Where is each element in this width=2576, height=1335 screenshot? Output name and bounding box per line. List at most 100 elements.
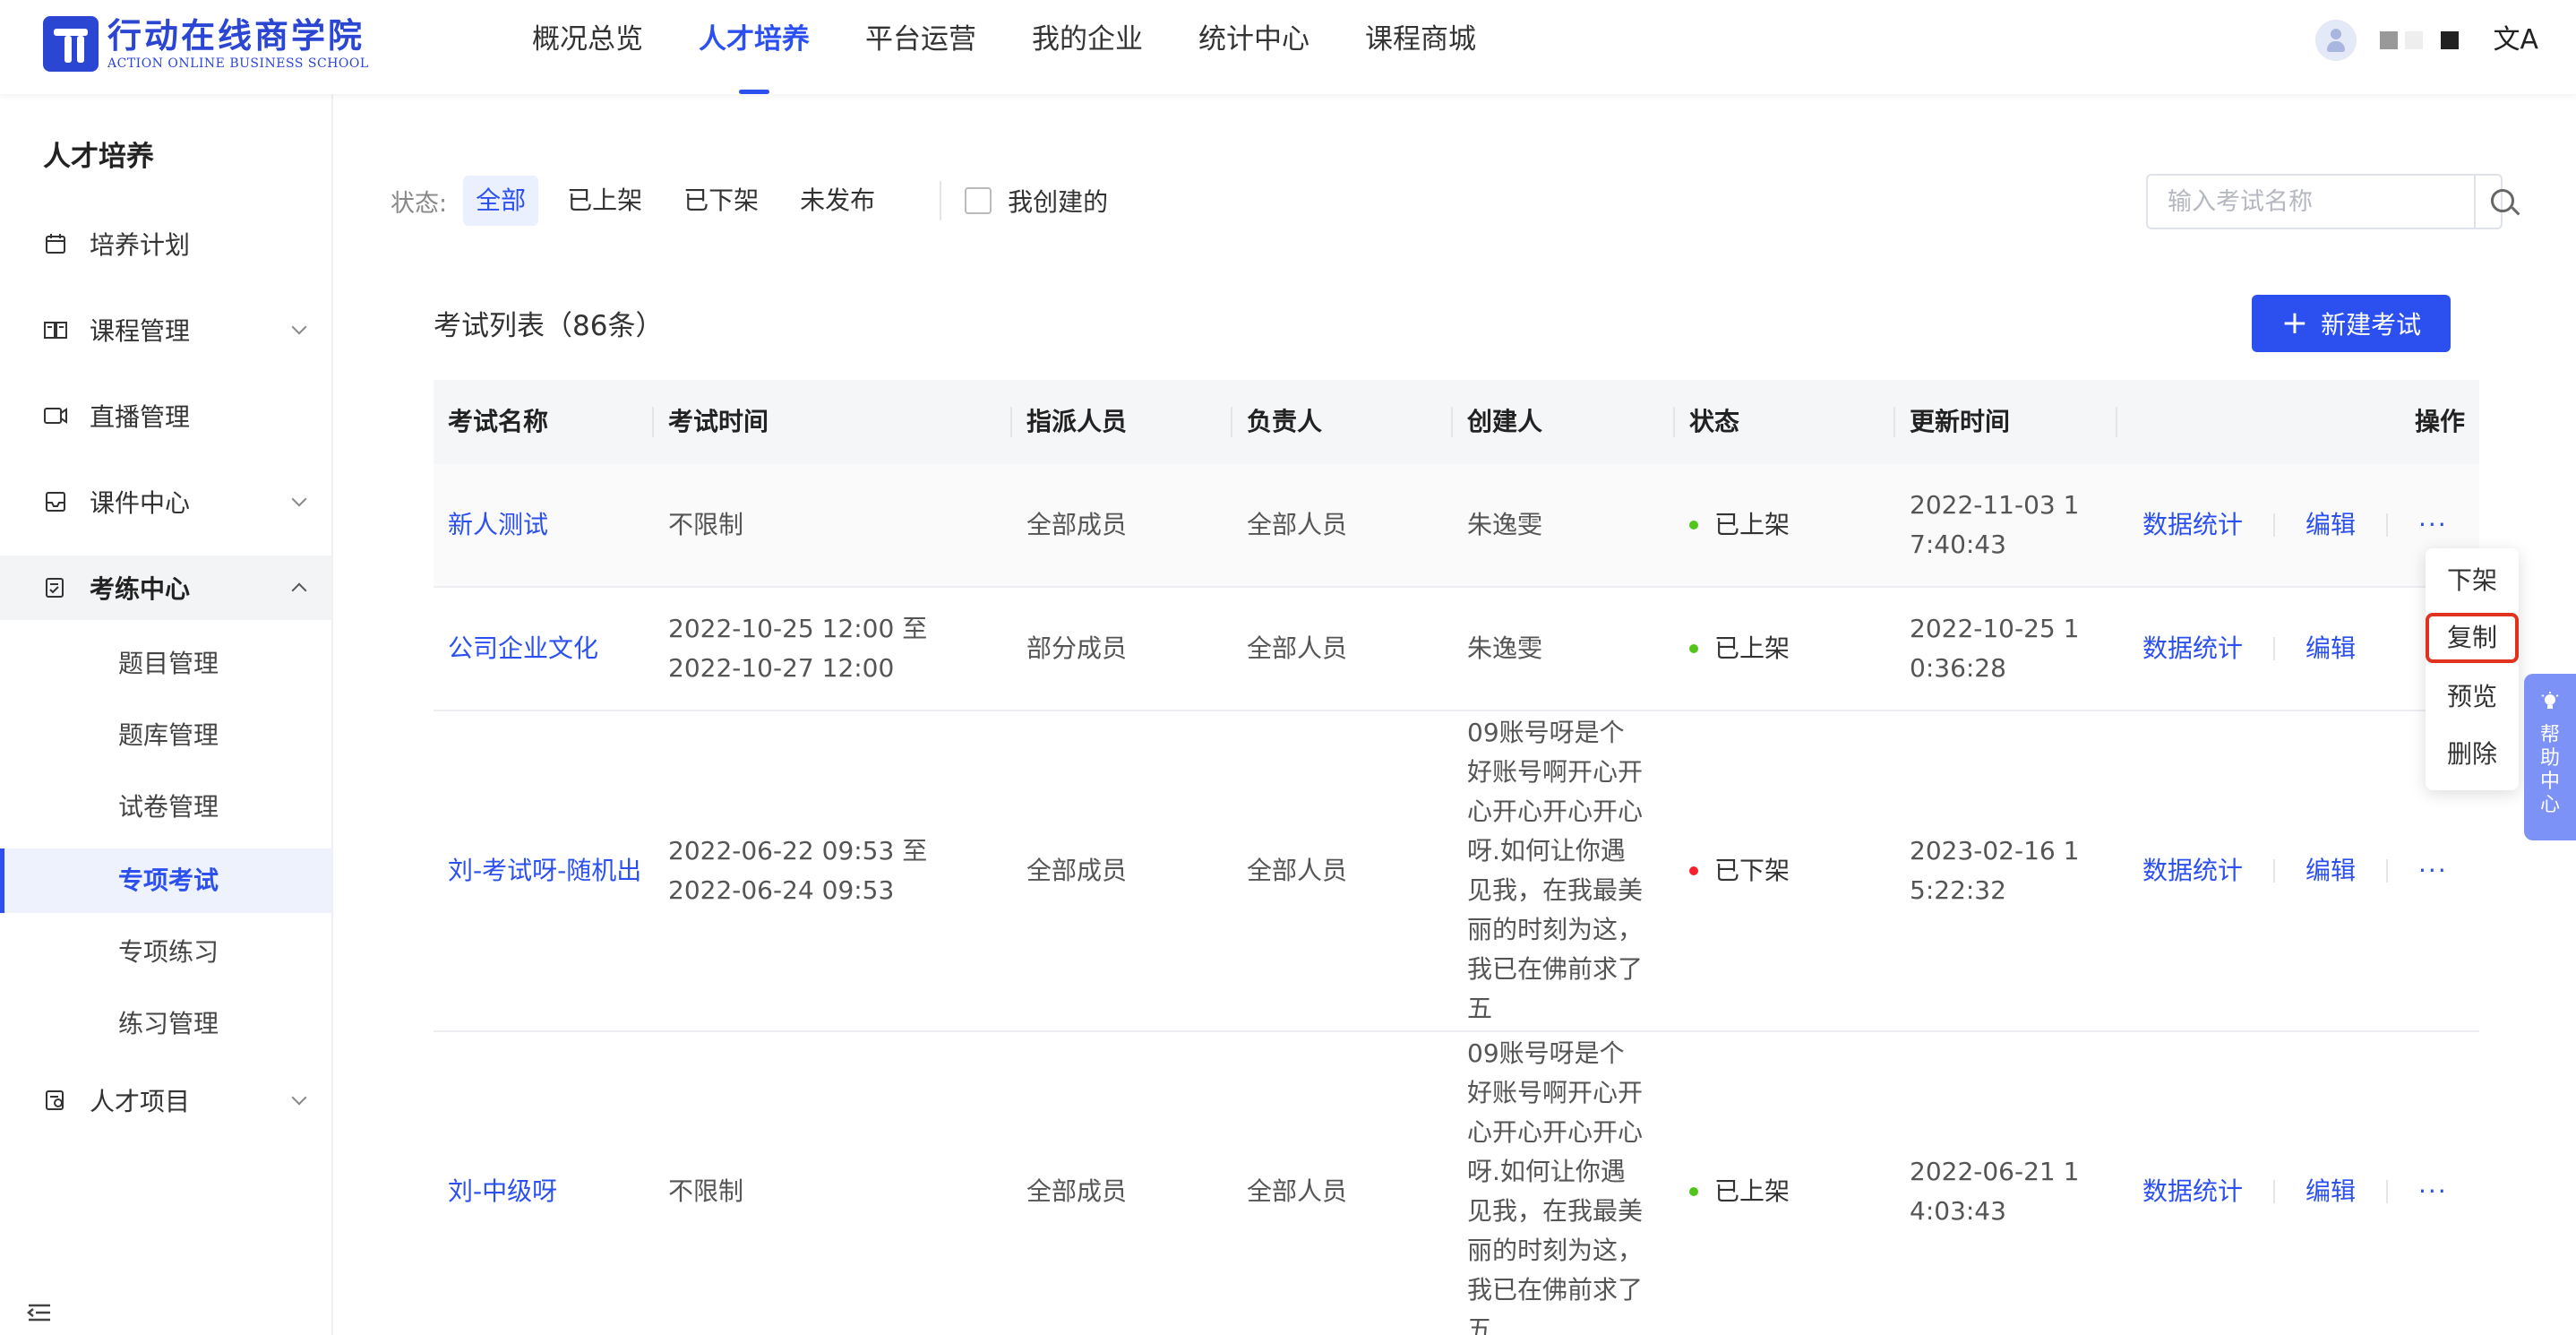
help-center-tab[interactable]: 帮助中心	[2524, 674, 2576, 840]
status-text: 已上架	[1714, 1176, 1790, 1206]
col-status: 状态	[1675, 380, 1895, 464]
exam-icon	[43, 575, 68, 600]
sidebar-item-course[interactable]: 课程管理	[0, 297, 331, 362]
avatar[interactable]	[2315, 20, 2357, 61]
action-divider	[2273, 637, 2276, 660]
stats-link[interactable]: 数据统计	[2142, 629, 2243, 668]
search-input[interactable]	[2148, 176, 2474, 228]
more-actions-menu: 下架 复制 预览 删除	[2426, 548, 2519, 790]
status-dot-icon	[1689, 644, 1698, 653]
sidebar-item-exam-center[interactable]: 考练中心	[0, 556, 331, 620]
stats-link[interactable]: 数据统计	[2142, 1172, 2243, 1211]
sidebar-item-courseware[interactable]: 课件中心	[0, 469, 331, 534]
sidebar-item-label: 考练中心	[90, 574, 191, 604]
sidebar-item-label: 课程管理	[90, 316, 191, 346]
exam-owner: 全部人员	[1247, 856, 1348, 885]
row-actions: 数据统计 编辑 ···	[2142, 1032, 2479, 1335]
exam-updated: 2023-02-16 15:22:32	[1910, 836, 2080, 905]
sidebar-item-label: 课件中心	[90, 488, 191, 518]
filter-all[interactable]: 全部	[463, 176, 539, 226]
table-row: 刘-中级呀 不限制 全部成员 全部人员 09账号呀是个好账号啊开心开心开心开心开…	[434, 1032, 2479, 1335]
sidebar-item-live[interactable]: 直播管理	[0, 383, 331, 448]
nav-overview[interactable]: 概况总览	[532, 0, 643, 94]
nav-statistics[interactable]: 统计中心	[1198, 0, 1309, 94]
my-created-checkbox[interactable]	[965, 187, 992, 214]
sidebar: 人才培养 培养计划 课程管理 直播管理 课件中心 考练中心 题目管理 题库管理	[0, 94, 333, 1335]
my-created-label[interactable]: 我创建的	[1008, 183, 1108, 219]
brand-logo[interactable]: 行动在线商学院 ACTION ONLINE BUSINESS SCHOOL	[43, 14, 369, 73]
table-header: 考试名称 考试时间 指派人员 负责人 创建人 状态 更新时间 操作	[434, 380, 2479, 464]
exam-updated: 2022-06-21 14:03:43	[1910, 1157, 2080, 1226]
sidebar-sub-special-practice[interactable]: 专项练习	[0, 920, 331, 985]
exam-name-link[interactable]: 新人测试	[434, 464, 654, 586]
sidebar-sub-special-exam[interactable]: 专项考试	[0, 848, 331, 913]
collapse-menu-icon[interactable]	[26, 1302, 52, 1330]
nav-course-store[interactable]: 课程商城	[1365, 0, 1476, 94]
help-center-label: 帮助中心	[2539, 724, 2560, 816]
menu-item-delete[interactable]: 删除	[2426, 729, 2519, 779]
exam-creator: 朱逸雯	[1467, 510, 1543, 539]
video-icon	[43, 403, 68, 428]
table-row: 刘-考试呀-随机出 2022-06-22 09:53 至 2022-06-24 …	[434, 711, 2479, 1032]
exam-table: 考试名称 考试时间 指派人员 负责人 创建人 状态 更新时间 操作 新人测试 不…	[434, 380, 2479, 1335]
row-actions: 数据统计 编辑	[2142, 588, 2411, 710]
sidebar-item-label: 培养计划	[90, 230, 191, 260]
user-name-redacted[interactable]	[2380, 31, 2399, 49]
exam-assignee: 部分成员	[1026, 633, 1128, 663]
menu-item-unpublish[interactable]: 下架	[2426, 556, 2519, 606]
col-updated: 更新时间	[1895, 380, 2117, 464]
project-icon	[43, 1088, 68, 1113]
main-nav: 概况总览 人才培养 平台运营 我的企业 统计中心 课程商城	[532, 0, 1532, 94]
language-icon[interactable]: 文A	[2493, 20, 2538, 61]
stats-link[interactable]: 数据统计	[2142, 851, 2243, 891]
menu-item-copy[interactable]: 复制	[2426, 613, 2519, 663]
status-filter-label: 状态:	[391, 189, 448, 218]
more-icon[interactable]: ···	[2418, 851, 2448, 891]
sidebar-item-label: 直播管理	[90, 402, 191, 432]
logo-subtitle: ACTION ONLINE BUSINESS SCHOOL	[107, 56, 369, 71]
search-icon[interactable]	[2474, 176, 2514, 228]
more-icon[interactable]: ···	[2418, 1172, 2448, 1211]
exam-status: 已上架	[1675, 464, 1895, 586]
edit-link[interactable]: 编辑	[2306, 505, 2356, 545]
lightbulb-icon	[2541, 692, 2559, 717]
action-divider	[2386, 1180, 2389, 1203]
menu-item-preview[interactable]: 预览	[2426, 672, 2519, 722]
exam-updated: 2022-10-25 10:36:28	[1910, 614, 2080, 683]
filter-draft[interactable]: 未发布	[787, 176, 888, 226]
sidebar-item-label: 人才项目	[90, 1087, 191, 1116]
nav-talent[interactable]: 人才培养	[699, 0, 810, 94]
exam-name-link[interactable]: 公司企业文化	[434, 588, 654, 710]
exam-name-link[interactable]: 刘-考试呀-随机出	[434, 711, 654, 1030]
filter-published[interactable]: 已上架	[554, 176, 655, 226]
edit-link[interactable]: 编辑	[2306, 1172, 2356, 1211]
status-text: 已下架	[1714, 856, 1790, 885]
sidebar-sub-papers[interactable]: 试卷管理	[0, 775, 331, 840]
logo-text: 行动在线商学院 ACTION ONLINE BUSINESS SCHOOL	[107, 16, 369, 72]
sidebar-sub-questions[interactable]: 题目管理	[0, 632, 331, 696]
logo-title: 行动在线商学院	[107, 16, 365, 56]
exam-owner: 全部人员	[1247, 633, 1348, 663]
nav-operations[interactable]: 平台运营	[865, 0, 976, 94]
table-row: 新人测试 不限制 全部成员 全部人员 朱逸雯 已上架 2022-11-03 17…	[434, 464, 2479, 588]
new-exam-button[interactable]: + 新建考试	[2252, 295, 2451, 352]
action-divider	[2386, 513, 2389, 537]
stats-link[interactable]: 数据统计	[2142, 505, 2243, 545]
sidebar-sub-practice-mgmt[interactable]: 练习管理	[0, 992, 331, 1056]
action-divider	[2273, 859, 2276, 883]
status-filter: 状态: 全部 已上架 已下架 未发布 我创建的	[391, 174, 1108, 228]
action-divider	[2273, 1180, 2276, 1203]
exam-assignee: 全部成员	[1026, 1176, 1128, 1206]
edit-link[interactable]: 编辑	[2306, 851, 2356, 891]
exam-name-link[interactable]: 刘-中级呀	[434, 1032, 654, 1335]
edit-link[interactable]: 编辑	[2306, 629, 2356, 668]
sidebar-item-plan[interactable]: 培养计划	[0, 211, 331, 276]
status-text: 已上架	[1714, 633, 1790, 663]
more-icon[interactable]: ···	[2418, 505, 2448, 545]
sidebar-sub-question-bank[interactable]: 题库管理	[0, 703, 331, 768]
header-right: 文A	[2315, 20, 2538, 61]
filter-unpublished[interactable]: 已下架	[671, 176, 771, 226]
nav-enterprise[interactable]: 我的企业	[1032, 0, 1143, 94]
sidebar-item-talent-project[interactable]: 人才项目	[0, 1068, 331, 1133]
user-name-redacted-end[interactable]	[2441, 31, 2460, 49]
